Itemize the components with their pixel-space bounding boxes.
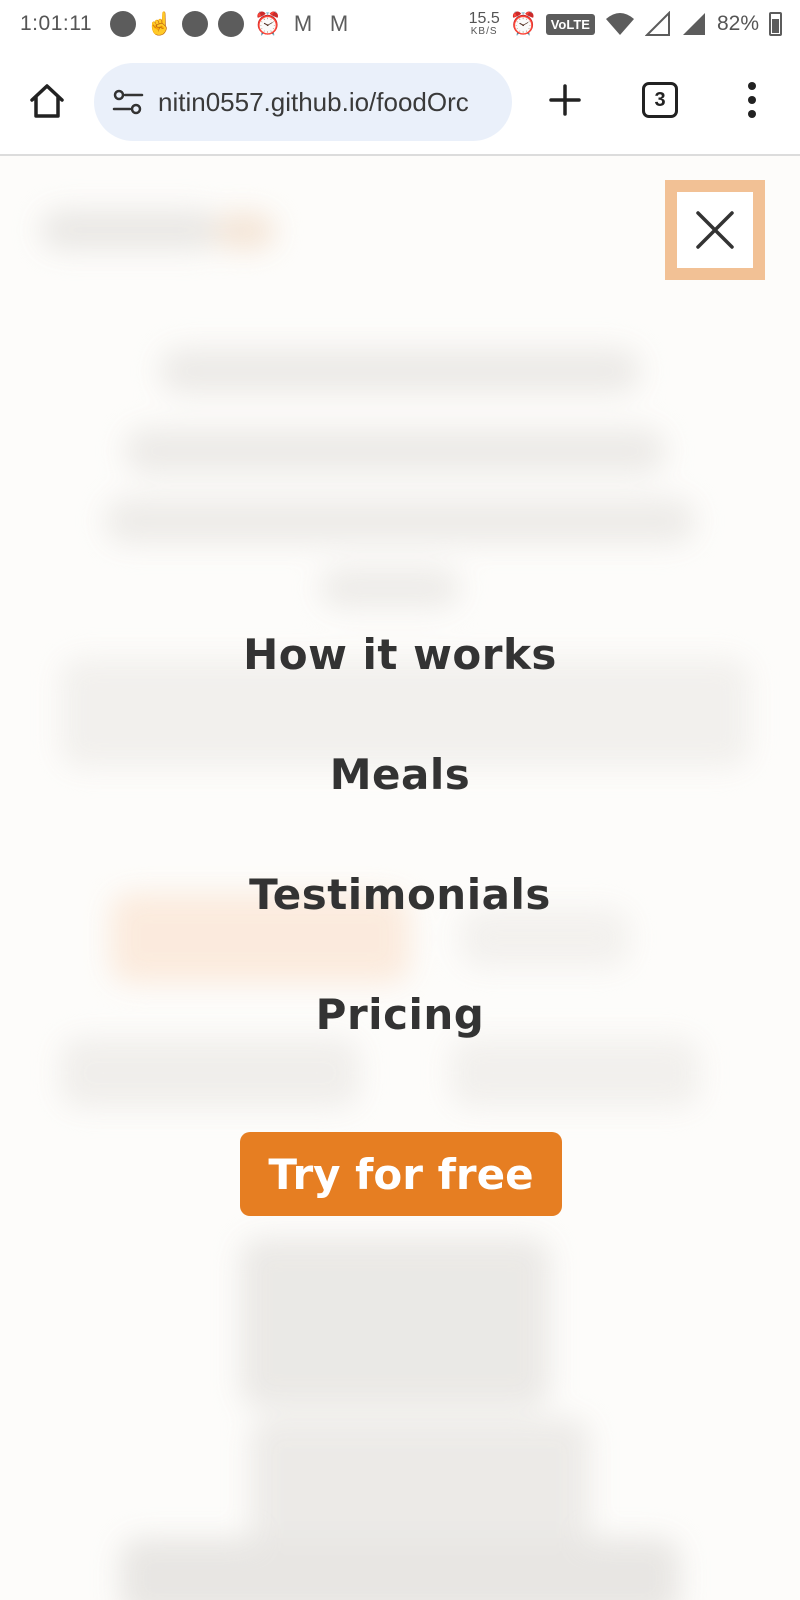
blurred-image <box>120 1538 680 1600</box>
plus-icon <box>549 84 581 116</box>
wifi-icon <box>605 13 634 35</box>
nav-link-meals[interactable]: Meals <box>0 750 800 799</box>
notification-dot-icon <box>218 11 245 37</box>
alarm-icon: ⏰ <box>509 11 538 36</box>
signal-icon <box>644 11 670 36</box>
menu-dot-icon <box>748 82 756 90</box>
battery-percent: 82% <box>716 12 759 35</box>
home-icon <box>30 84 64 118</box>
blurred-heading <box>320 568 460 608</box>
menu-dot-icon <box>748 110 756 118</box>
gmail-icon: M <box>293 11 313 36</box>
hand-icon: ☝ <box>146 11 174 36</box>
blurred-image <box>240 1238 550 1408</box>
tab-switcher-button[interactable]: 3 <box>642 82 678 118</box>
url-bar[interactable]: nitin0557.github.io/foodOrc <box>94 63 512 141</box>
close-icon <box>696 211 734 249</box>
site-settings-icon[interactable] <box>110 84 146 120</box>
blurred-heading <box>105 498 695 544</box>
battery-icon <box>769 12 782 36</box>
alarm-icon: ⏰ <box>254 11 282 36</box>
blurred-text <box>450 1038 700 1108</box>
close-menu-button[interactable] <box>665 180 765 280</box>
notification-icons: ☝ ⏰ M M <box>110 11 352 37</box>
gmail-icon: M <box>329 11 349 36</box>
status-bar: 1:01:11 ☝ ⏰ M M 15.5 KB/S ⏰ VoLTE 82% <box>0 0 800 48</box>
url-text[interactable]: nitin0557.github.io/foodOrc <box>158 87 469 118</box>
home-button[interactable] <box>24 78 70 124</box>
blurred-logo-accent <box>215 213 275 249</box>
blurred-logo <box>40 210 220 250</box>
chrome-notification-icon <box>182 11 209 37</box>
blurred-heading <box>125 428 665 474</box>
network-speed-unit: KB/S <box>470 26 498 37</box>
nav-link-pricing[interactable]: Pricing <box>0 990 800 1039</box>
blurred-text <box>60 1038 360 1108</box>
menu-dot-icon <box>748 96 756 104</box>
try-for-free-button[interactable]: Try for free <box>240 1132 562 1216</box>
volte-badge: VoLTE <box>545 13 595 35</box>
page-content: How it works Meals Testimonials Pricing … <box>0 158 800 1600</box>
status-right: 15.5 KB/S ⏰ VoLTE 82% <box>469 0 782 48</box>
browser-toolbar: nitin0557.github.io/foodOrc 3 <box>0 48 800 156</box>
network-speed-value: 15.5 <box>468 10 500 27</box>
signal-icon <box>682 13 705 35</box>
network-speed: 15.5 KB/S <box>469 11 500 37</box>
nav-link-how-it-works[interactable]: How it works <box>0 630 800 679</box>
nav-link-testimonials[interactable]: Testimonials <box>0 870 800 919</box>
notification-dot-icon <box>110 11 137 37</box>
new-tab-button[interactable] <box>543 78 587 122</box>
browser-menu-button[interactable] <box>742 78 762 122</box>
status-time: 1:01:11 <box>20 12 93 35</box>
blurred-heading <box>160 348 640 394</box>
